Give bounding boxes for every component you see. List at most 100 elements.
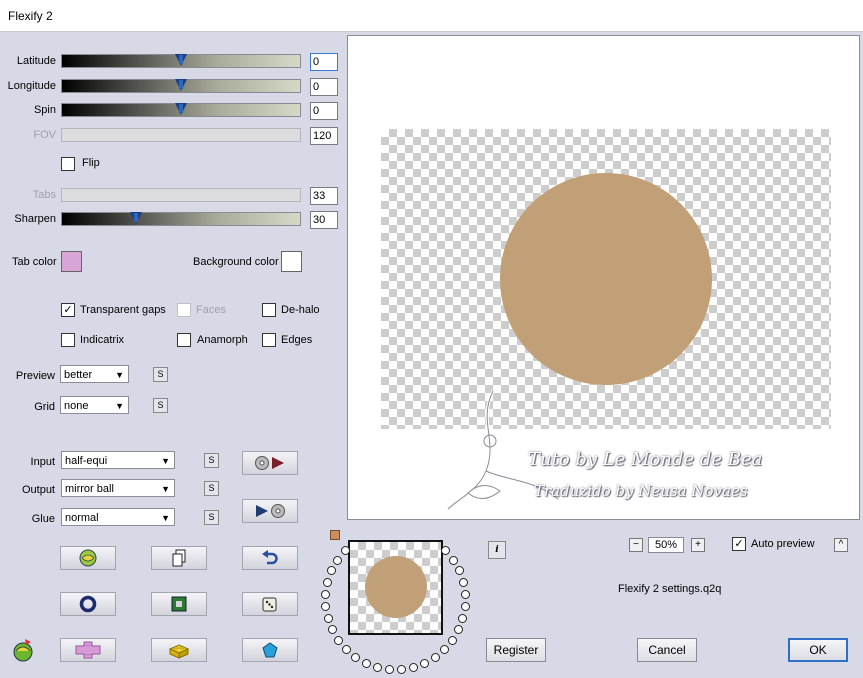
output-dropdown[interactable]: mirror ball ▼ — [61, 479, 175, 497]
latitude-label: Latitude — [16, 55, 56, 67]
orbit-bead[interactable] — [361, 658, 371, 668]
input-swap-button[interactable] — [242, 451, 298, 475]
chevron-down-icon: ▼ — [115, 401, 124, 411]
info-button[interactable]: i — [488, 541, 506, 559]
spin-label: Spin — [33, 104, 56, 116]
orbit-bead[interactable] — [351, 652, 361, 662]
orbit-bead[interactable] — [441, 546, 451, 556]
orbit-bead[interactable] — [460, 589, 470, 599]
zoom-level[interactable]: 50% — [648, 537, 684, 553]
glue-dropdown[interactable]: normal ▼ — [61, 508, 175, 526]
preview-canvas[interactable]: Tuto by Le Monde de Bea Traduzido by Neu… — [347, 35, 860, 520]
orbit-bead[interactable] — [458, 577, 468, 587]
sharpen-slider[interactable] — [61, 212, 301, 226]
orbit-bead[interactable] — [448, 555, 458, 565]
gem-button[interactable] — [242, 638, 298, 662]
ring-icon — [79, 595, 97, 613]
brick-button[interactable] — [151, 638, 207, 662]
orbit-bead[interactable] — [397, 664, 407, 674]
dropdown-value: better — [64, 369, 93, 381]
tabs-value-field: 33 — [310, 187, 338, 205]
dropdown-value: half-equi — [65, 455, 108, 467]
slider-thumb[interactable] — [175, 103, 187, 115]
preview-sphere — [500, 173, 712, 385]
slider-thumb[interactable] — [175, 54, 187, 66]
flexify-logo-icon — [10, 637, 36, 663]
latitude-slider[interactable] — [61, 54, 301, 68]
input-dropdown[interactable]: half-equi ▼ — [61, 451, 175, 469]
copy-page-icon — [172, 549, 186, 567]
flip-checkbox[interactable] — [61, 157, 75, 171]
undo-button[interactable] — [242, 546, 298, 570]
orbit-bead[interactable] — [430, 652, 440, 662]
longitude-label: Longitude — [7, 80, 56, 92]
orbit-bead[interactable] — [323, 577, 333, 587]
orbit-bead[interactable] — [327, 566, 337, 576]
faces-label: Faces — [196, 304, 226, 316]
dehalo-checkbox[interactable] — [262, 303, 276, 317]
window-title: Flexify 2 — [8, 9, 53, 23]
longitude-slider[interactable] — [61, 79, 301, 93]
register-button[interactable]: Register — [486, 638, 546, 662]
orbit-bead[interactable] — [327, 625, 337, 635]
collapse-button[interactable]: ^ — [834, 538, 848, 552]
fov-label: FOV — [33, 129, 56, 141]
anamorph-checkbox[interactable] — [177, 333, 191, 347]
spin-value-field[interactable]: 0 — [310, 102, 338, 120]
zoom-in-button[interactable]: + — [691, 538, 705, 552]
copy-button[interactable] — [151, 546, 207, 570]
randomize-button[interactable] — [60, 546, 116, 570]
ok-button[interactable]: OK — [788, 638, 848, 662]
output-s-button[interactable]: S — [204, 481, 219, 496]
orbit-bead[interactable] — [454, 566, 464, 576]
orbit-handle-icon[interactable] — [330, 530, 340, 540]
ring-button[interactable] — [60, 592, 116, 616]
spin-slider[interactable] — [61, 103, 301, 117]
dice-button[interactable] — [242, 592, 298, 616]
flip-label: Flip — [82, 157, 100, 169]
navigator-thumbnail[interactable] — [348, 540, 443, 635]
longitude-value-field[interactable]: 0 — [310, 78, 338, 96]
transparent-gaps-checkbox[interactable]: ✓ — [61, 303, 75, 317]
edges-checkbox[interactable] — [262, 333, 276, 347]
grid-s-button[interactable]: S — [153, 398, 168, 413]
orbit-bead[interactable] — [440, 644, 450, 654]
grid-dropdown[interactable]: none ▼ — [60, 396, 129, 414]
orbit-bead[interactable] — [460, 601, 470, 611]
sharpen-value-field[interactable]: 30 — [310, 211, 338, 229]
sharpen-label: Sharpen — [14, 213, 56, 225]
orbit-bead[interactable] — [448, 635, 458, 645]
orbit-bead[interactable] — [333, 635, 343, 645]
slider-thumb[interactable] — [175, 79, 187, 91]
latitude-value-field[interactable]: 0 — [310, 53, 338, 71]
output-swap-button[interactable] — [242, 499, 298, 523]
orbit-bead[interactable] — [321, 601, 331, 611]
zoom-out-button[interactable]: − — [629, 538, 643, 552]
preview-quality-dropdown[interactable]: better ▼ — [60, 365, 129, 383]
plus-button[interactable] — [60, 638, 116, 662]
orbit-bead[interactable] — [341, 644, 351, 654]
orbit-bead[interactable] — [373, 662, 382, 672]
preview-s-button[interactable]: S — [153, 367, 168, 382]
glue-s-button[interactable]: S — [204, 510, 219, 525]
orbit-bead[interactable] — [333, 555, 343, 565]
dehalo-label: De-halo — [281, 304, 320, 316]
tab-color-swatch[interactable] — [61, 251, 82, 272]
orbit-bead[interactable] — [454, 625, 464, 635]
background-color-swatch[interactable] — [281, 251, 302, 272]
orbit-bead[interactable] — [458, 613, 468, 623]
orbit-bead[interactable] — [340, 546, 350, 556]
watermark-line-2: Traduzido by Neusa Novaes — [534, 482, 748, 500]
orbit-bead[interactable] — [323, 613, 333, 623]
input-s-button[interactable]: S — [204, 453, 219, 468]
cancel-button[interactable]: Cancel — [637, 638, 697, 662]
square-frame-button[interactable] — [151, 592, 207, 616]
orbit-bead[interactable] — [321, 589, 331, 599]
auto-preview-checkbox[interactable]: ✓ — [732, 537, 746, 551]
slider-thumb[interactable] — [130, 212, 142, 224]
orbit-bead[interactable] — [384, 664, 394, 674]
indicatrix-checkbox[interactable] — [61, 333, 75, 347]
orbit-bead[interactable] — [420, 658, 430, 668]
fov-value-field: 120 — [310, 127, 338, 145]
orbit-bead[interactable] — [408, 662, 418, 672]
